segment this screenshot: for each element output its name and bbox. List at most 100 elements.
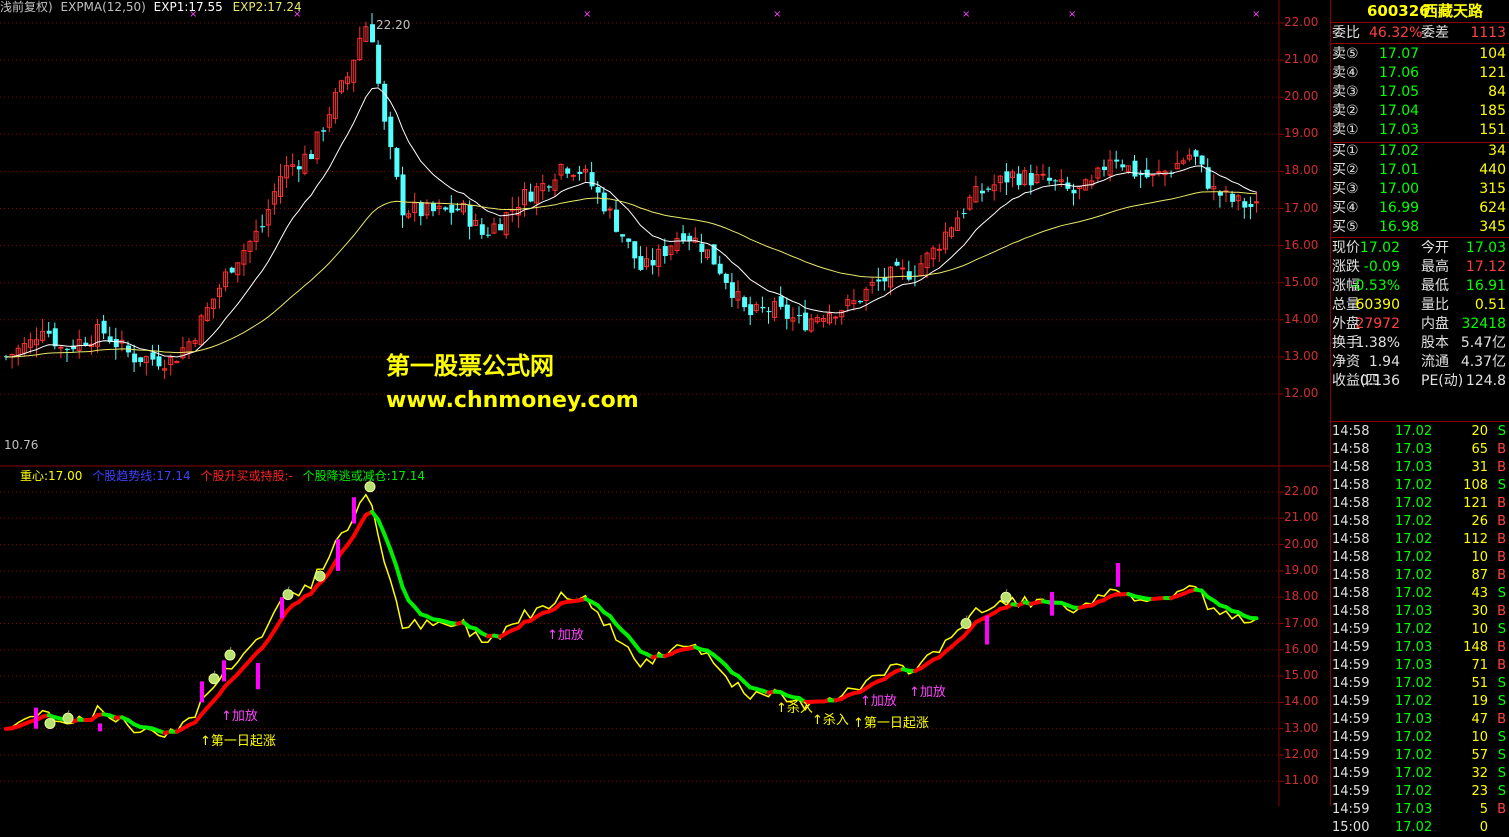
tick-side: S [1498,477,1506,495]
tick-row: 14:5917.0210S [1331,621,1509,639]
tick-price: 17.02 [1395,549,1432,567]
tick-side: B [1497,639,1506,657]
stat-value: 16.91 [1466,277,1506,295]
sub-axis-tick: 21.00 [1284,510,1318,524]
sell-level-row[interactable]: 卖③17.0584 [1331,83,1509,101]
tick-side: S [1498,675,1506,693]
stat-row: 净资1.94流通4.37亿 [1331,353,1509,371]
buy-level-volume: 315 [1479,180,1506,198]
sell-level-volume: 151 [1479,121,1506,139]
tick-time: 14:59 [1332,621,1369,639]
buy-level-volume: 345 [1479,218,1506,236]
tick-time: 14:59 [1332,675,1369,693]
stat-row: 现价17.02今开17.03 [1331,239,1509,257]
sub-axis-tick: 11.00 [1284,773,1318,787]
watermark-url[interactable]: www.chnmoney.com [386,388,639,413]
stat-value: -0.53% [1350,277,1400,295]
tick-volume: 71 [1471,657,1488,675]
sub-axis-tick: 19.00 [1284,563,1318,577]
sell-level-price: 17.03 [1379,121,1419,139]
high-price-label: 22.20 [376,18,410,32]
sell-level-volume: 104 [1479,45,1506,63]
signal-annotation: ↑加放 [547,624,584,643]
sub-axis-tick: 16.00 [1284,642,1318,656]
tick-side: B [1497,603,1506,621]
tick-side: S [1498,729,1506,747]
tick-row: 14:5917.0257S [1331,747,1509,765]
tick-row: 14:5817.0226B [1331,513,1509,531]
tick-row: 15:0017.020 [1331,819,1509,837]
tick-row: 14:5917.0251S [1331,675,1509,693]
stat-label: PE(动) [1421,372,1463,390]
tick-side: S [1498,423,1506,441]
tick-row: 14:5817.0330B [1331,603,1509,621]
tick-volume: 43 [1471,585,1488,603]
tick-price: 17.02 [1395,423,1432,441]
sell-level-row[interactable]: 卖⑤17.07104 [1331,45,1509,63]
tick-volume: 112 [1463,531,1488,549]
tick-row: 14:5917.03148B [1331,639,1509,657]
trend-line-value: 个股趋势线:17.14 [92,469,190,483]
tick-row: 14:5817.0287B [1331,567,1509,585]
buy-level-price: 16.99 [1379,199,1419,217]
buy-level-volume: 440 [1479,161,1506,179]
tick-time: 14:58 [1332,441,1369,459]
tick-row: 14:5917.0371B [1331,657,1509,675]
stat-row: 总量60390量比0.51 [1331,296,1509,314]
watermark-title: 第一股票公式网 [386,346,554,381]
kline-chart-area[interactable]: ××××××× [0,0,1330,806]
sell-level-label: 卖④ [1332,64,1359,82]
sub-axis-tick: 15.00 [1284,668,1318,682]
buy-level-row[interactable]: 买③17.00315 [1331,180,1509,198]
main-axis-tick: 19.00 [1284,126,1318,140]
stat-value: 5.47亿 [1461,334,1506,352]
stat-label: 量比 [1421,296,1449,314]
svg-text:×: × [962,9,970,20]
buy-level-price: 17.01 [1379,161,1419,179]
tick-time: 14:58 [1332,531,1369,549]
tick-price: 17.03 [1395,459,1432,477]
tick-side: S [1498,585,1506,603]
buy-level-row[interactable]: 买①17.0234 [1331,142,1509,160]
sell-level-label: 卖② [1332,102,1359,120]
stat-value: 17.12 [1466,258,1506,276]
stock-title: 600326 西藏天路 [1331,2,1509,20]
buy-level-row[interactable]: 买⑤16.98345 [1331,218,1509,236]
sell-level-row[interactable]: 卖②17.04185 [1331,102,1509,120]
tick-row: 14:5917.0210S [1331,729,1509,747]
stat-value: -0.09 [1364,258,1400,276]
buy-level-row[interactable]: 买②17.01440 [1331,161,1509,179]
tick-volume: 47 [1471,711,1488,729]
exp1-line [6,88,1257,357]
tick-volume: 0 [1480,819,1488,837]
tick-row: 14:5817.0331B [1331,459,1509,477]
tick-time: 14:59 [1332,657,1369,675]
tick-price: 17.02 [1395,765,1432,783]
buy-level-row[interactable]: 买④16.99624 [1331,199,1509,217]
tick-price: 17.02 [1395,783,1432,801]
main-axis-tick: 21.00 [1284,52,1318,66]
sell-level-price: 17.06 [1379,64,1419,82]
sell-level-label: 卖① [1332,121,1359,139]
tick-side: S [1498,783,1506,801]
adjust-mode-label[interactable]: 浅前复权) [0,0,53,14]
buy-level-price: 17.00 [1379,180,1419,198]
svg-text:×: × [583,9,591,20]
tick-time: 14:58 [1332,567,1369,585]
stat-label: 涨跌 [1332,258,1360,276]
tick-price: 17.02 [1395,477,1432,495]
tick-time: 14:59 [1332,693,1369,711]
sell-level-label: 卖③ [1332,83,1359,101]
sell-level-price: 17.05 [1379,83,1419,101]
tick-price: 17.02 [1395,495,1432,513]
tick-price: 17.02 [1395,585,1432,603]
tick-time: 15:00 [1332,819,1369,837]
tick-time: 14:58 [1332,513,1369,531]
tick-volume: 10 [1471,729,1488,747]
exp2-line [6,192,1257,357]
tick-volume: 10 [1471,621,1488,639]
candlestick-series [4,13,1259,379]
sell-level-row[interactable]: 卖① 17.03 151 [1331,121,1509,139]
tick-side: B [1497,549,1506,567]
sell-level-row[interactable]: 卖④17.06121 [1331,64,1509,82]
